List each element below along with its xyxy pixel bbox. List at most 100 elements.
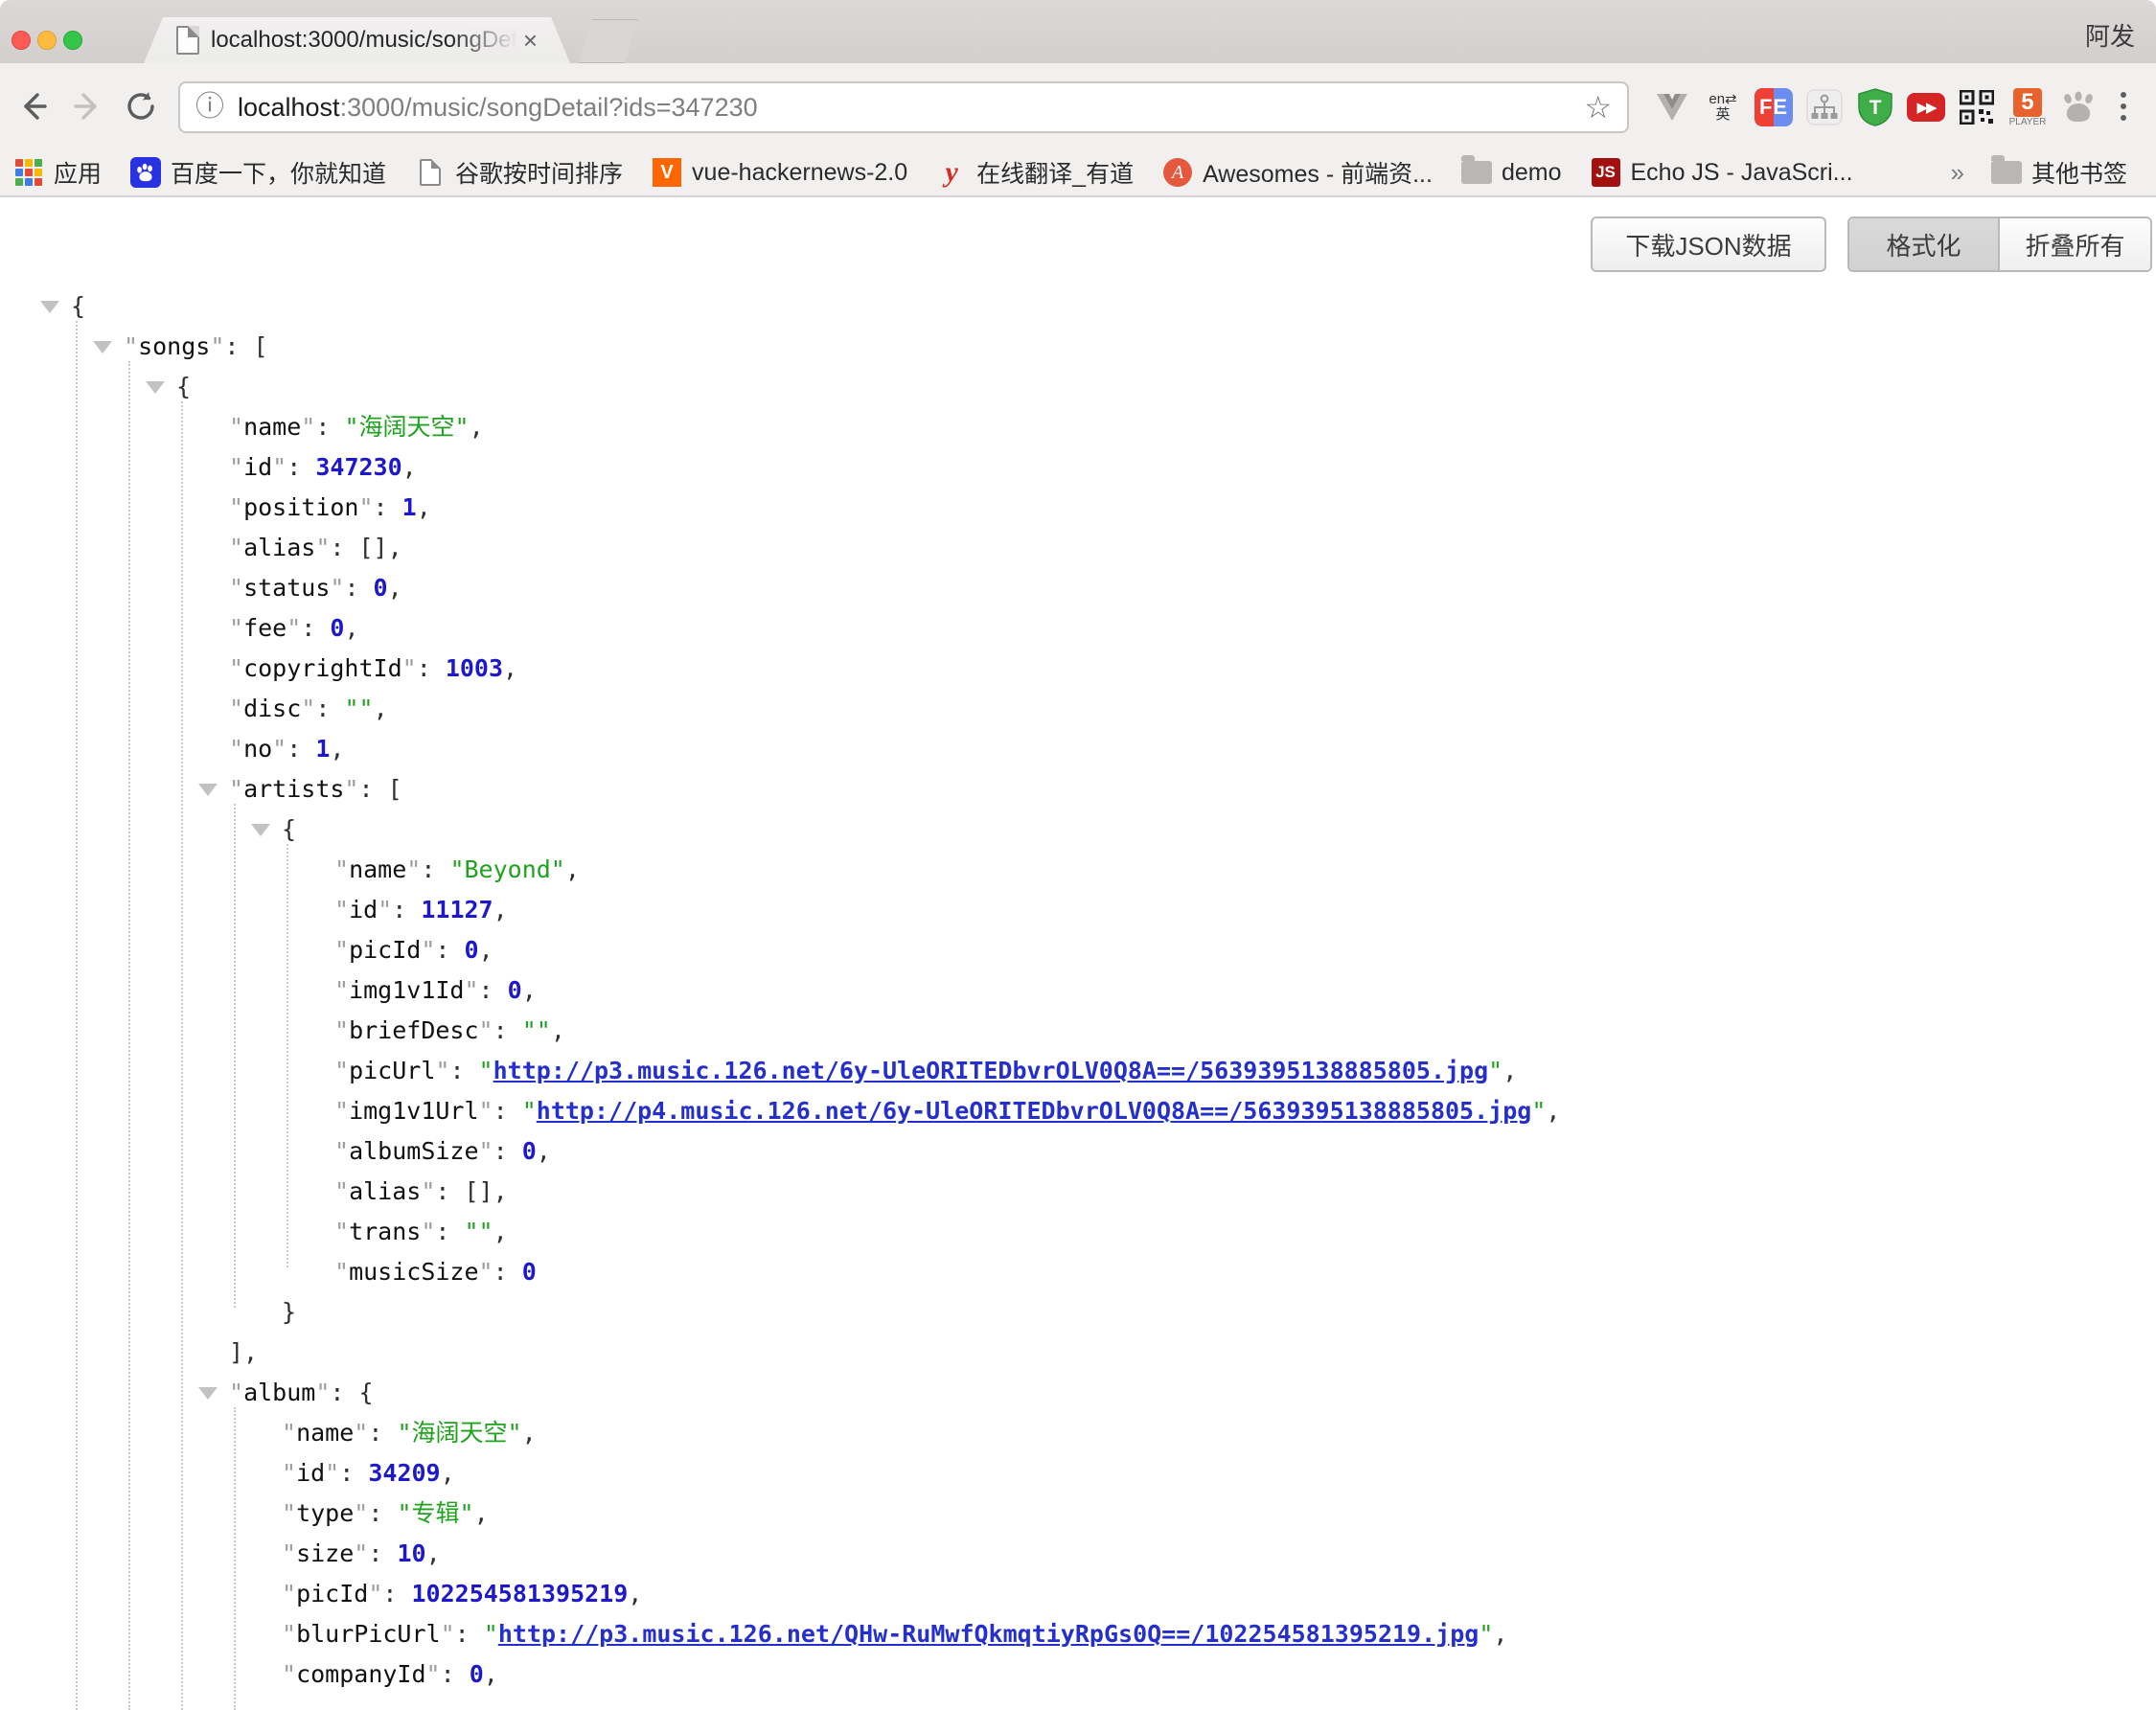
json-token: : [479, 976, 508, 1004]
bookmark-item[interactable]: 百度一下，你就知道 [130, 155, 386, 190]
browser-tab[interactable]: localhost:3000/music/songDet × [144, 17, 570, 63]
minimize-window-button[interactable] [37, 31, 57, 50]
collapse-triangle-icon[interactable] [198, 1387, 218, 1400]
json-token: "专辑" [397, 1499, 473, 1527]
json-token: { [282, 815, 296, 843]
bookmark-item[interactable]: Vvue-hackernews-2.0 [652, 157, 907, 188]
apps-grid-icon [13, 157, 44, 188]
collapse-triangle-icon[interactable] [198, 784, 218, 796]
json-link[interactable]: http://p4.music.126.net/6y-UleORITEDbvrO… [537, 1097, 1532, 1125]
json-line: "id": 347230, [0, 447, 2156, 488]
json-token: " [301, 413, 315, 441]
json-token: " [441, 1620, 455, 1648]
collapse-triangle-icon[interactable] [93, 341, 112, 353]
back-button[interactable] [13, 86, 54, 126]
json-token: : [493, 1016, 522, 1044]
json-token: position [243, 493, 358, 521]
forward-button[interactable] [67, 86, 107, 126]
json-token: 1 [315, 735, 330, 763]
json-token: , [474, 1499, 489, 1527]
youdao-icon: y [936, 157, 967, 188]
close-window-button[interactable] [11, 31, 31, 50]
json-token: " [229, 775, 243, 803]
collapse-all-button[interactable]: 折叠所有 [2000, 218, 2150, 270]
json-token: "" [522, 1016, 551, 1044]
translate-icon[interactable]: en⇄英 [1703, 87, 1743, 127]
json-token: " [334, 855, 349, 883]
json-token: musicSize [349, 1258, 478, 1286]
bookmark-label: vue-hackernews-2.0 [692, 159, 907, 187]
json-token: , [493, 896, 508, 923]
bookmark-item[interactable]: AAwesomes - 前端资... [1162, 155, 1433, 190]
json-line: "albumSize": 0, [0, 1131, 2156, 1172]
page-content: 下载JSON数据 格式化 折叠所有 {"songs": [{"name": "海… [0, 197, 2156, 1680]
json-token: " [229, 735, 243, 763]
json-token: , [565, 855, 580, 883]
json-line: "status": 0, [0, 568, 2156, 608]
json-token: " [282, 1459, 296, 1487]
json-token: { [176, 373, 191, 400]
tab-close-icon[interactable]: × [523, 28, 538, 53]
fe-icon[interactable]: FE [1754, 87, 1794, 127]
json-line: "picId": 0, [0, 930, 2156, 970]
json-token: , [1493, 1620, 1507, 1648]
collapse-triangle-icon[interactable] [146, 381, 165, 394]
qrcode-icon[interactable] [1957, 87, 1997, 127]
json-token: " [229, 614, 243, 642]
json-token: : [455, 1620, 484, 1648]
json-token: " [358, 493, 373, 521]
bookmark-item[interactable]: y 在线翻译_有道 [936, 155, 1134, 190]
json-token: "Beyond" [449, 855, 564, 883]
html5-player-icon[interactable]: 5PLAYER [2007, 87, 2048, 127]
chrome-menu-icon[interactable] [2104, 86, 2143, 126]
bookmark-item[interactable]: JSEcho JS - JavaScri... [1591, 157, 1853, 188]
bookmark-item[interactable]: 应用 [13, 155, 102, 190]
json-token: 0 [374, 574, 388, 602]
vue-devtools-icon[interactable] [1652, 87, 1692, 127]
json-token: 0 [508, 976, 522, 1004]
json-token: " [282, 1499, 296, 1527]
json-token: , [470, 413, 484, 441]
bookmark-label: 百度一下，你就知道 [171, 155, 386, 190]
json-token: " [484, 1620, 498, 1648]
fastforward-icon[interactable]: ▶▶ [1906, 87, 1946, 127]
bookmark-star-icon[interactable]: ☆ [1584, 89, 1612, 125]
url-path: :3000/music/songDetail?ids=347230 [340, 93, 758, 122]
json-token: " [426, 1660, 441, 1688]
page-icon [415, 157, 446, 188]
sitemap-icon[interactable] [1804, 87, 1845, 127]
download-json-button[interactable]: 下载JSON数据 [1591, 217, 1826, 272]
json-token: name [349, 855, 406, 883]
json-token: : [368, 1539, 397, 1567]
echojs-icon: JS [1591, 157, 1621, 188]
json-link[interactable]: http://p3.music.126.net/6y-UleORITEDbvrO… [493, 1057, 1489, 1084]
json-token: : [368, 1499, 397, 1527]
bookmark-item[interactable]: demo [1461, 157, 1562, 188]
bookmark-label: 在线翻译_有道 [976, 155, 1134, 190]
new-tab-button[interactable] [579, 19, 638, 63]
profile-name[interactable]: 阿发 [2085, 17, 2135, 53]
json-token: , [402, 453, 417, 481]
paw-icon[interactable] [2058, 87, 2099, 127]
json-line: "picId": 102254581395219, [0, 1574, 2156, 1614]
zoom-window-button[interactable] [63, 31, 82, 50]
tampermonkey-icon[interactable]: T [1855, 87, 1895, 127]
address-bar[interactable]: ⓘ localhost:3000/music/songDetail?ids=34… [178, 81, 1629, 133]
json-tree: {"songs": [{"name": "海阔天空","id": 347230,… [0, 286, 2156, 1695]
format-button[interactable]: 格式化 [1849, 218, 2000, 270]
bookmark-item[interactable]: 谷歌按时间排序 [415, 155, 623, 190]
refresh-button[interactable] [121, 86, 161, 126]
collapse-triangle-icon[interactable] [251, 824, 270, 836]
json-line: "briefDesc": "", [0, 1011, 2156, 1051]
tab-title: localhost:3000/music/songDet [211, 27, 517, 54]
json-link[interactable]: http://p3.music.126.net/QHw-RuMwfQkmqtiy… [498, 1620, 1479, 1648]
other-bookmarks-folder[interactable]: 其他书签 [1991, 155, 2127, 190]
bookmarks-overflow-icon[interactable]: » [1951, 158, 1964, 188]
bookmark-label: 应用 [54, 155, 102, 190]
tab-title-fade [450, 27, 517, 54]
indent-guide [181, 401, 183, 1710]
site-info-icon[interactable]: ⓘ [195, 93, 224, 122]
collapse-triangle-icon[interactable] [40, 301, 59, 313]
json-token: 1003 [446, 654, 503, 682]
json-line: } [0, 1292, 2156, 1333]
